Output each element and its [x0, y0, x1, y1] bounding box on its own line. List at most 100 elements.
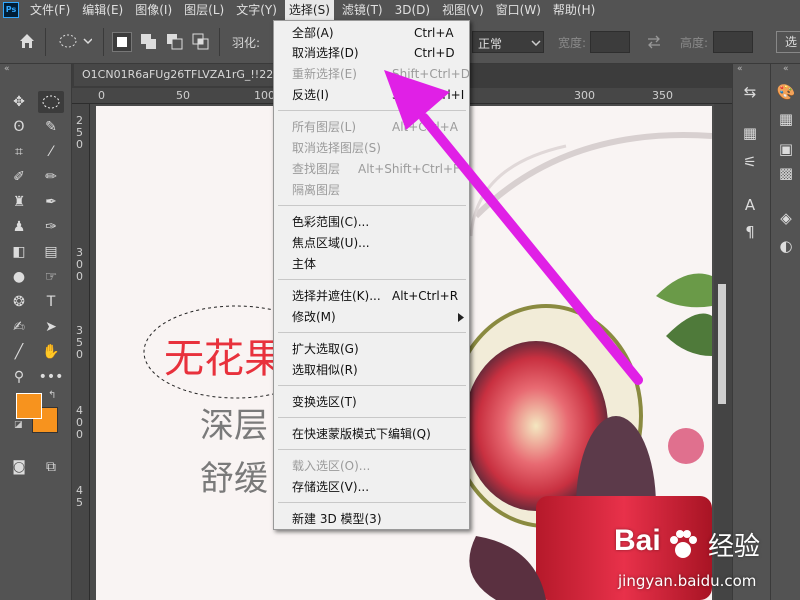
- scrollbar-thumb[interactable]: [718, 284, 726, 404]
- ruler-label: 0: [76, 348, 83, 361]
- lasso-tool-icon[interactable]: ʘ: [6, 116, 32, 138]
- menu-item-new-3d-model[interactable]: 新建 3D 模型(3): [292, 509, 462, 529]
- dodge-tool-icon[interactable]: ❂: [6, 291, 32, 313]
- menu-image[interactable]: 图像(I): [131, 0, 176, 20]
- subtitle-line-2: 舒缓: [200, 459, 268, 499]
- color-panel-icon[interactable]: 🎨: [774, 81, 798, 103]
- history-brush-tool-icon[interactable]: ✒: [38, 191, 64, 213]
- ruler-label: 5: [76, 496, 83, 509]
- type-tool-icon[interactable]: T: [38, 291, 64, 313]
- menu-list: 文件(F) 编辑(E) 图像(I) 图层(L) 文字(Y) 选择(S) 滤镜(T…: [26, 0, 603, 20]
- style-select-value: 正常: [478, 37, 503, 51]
- menu-item-quick-mask[interactable]: 在快速蒙版模式下编辑(Q): [292, 424, 462, 444]
- line-tool-icon[interactable]: ╱: [6, 341, 32, 363]
- clone-stamp-tool-icon[interactable]: ♜: [6, 191, 32, 213]
- character-panel-icon[interactable]: A: [738, 194, 762, 216]
- path-selection-tool-icon[interactable]: ➤: [38, 316, 64, 338]
- more-tools-icon[interactable]: •••: [38, 366, 64, 388]
- ruler-label: 0: [76, 138, 83, 151]
- hand-tool-icon[interactable]: ✋: [38, 341, 64, 363]
- menu-edit[interactable]: 编辑(E): [78, 0, 127, 20]
- paw-logo-icon: [670, 530, 697, 558]
- menu-type[interactable]: 文字(Y): [232, 0, 281, 20]
- brush-tool-icon[interactable]: ✏: [38, 166, 64, 188]
- height-label: 高度:: [680, 36, 709, 50]
- intersect-selection-icon[interactable]: [192, 33, 210, 51]
- style-select[interactable]: 正常: [472, 31, 544, 53]
- ruler-label: 50: [176, 89, 190, 102]
- move-tool-icon[interactable]: ✥: [6, 91, 32, 113]
- menu-help[interactable]: 帮助(H): [549, 0, 599, 20]
- divider: [219, 28, 220, 56]
- add-to-selection-icon[interactable]: [140, 33, 158, 51]
- crop-tool-icon[interactable]: ⌗: [6, 141, 32, 163]
- collapse-icon[interactable]: «: [4, 64, 10, 74]
- photoshop-logo: Ps: [3, 2, 19, 18]
- menu-item-transform-selection[interactable]: 变换选区(T): [292, 392, 462, 412]
- history-panel-icon[interactable]: ⇆: [738, 81, 762, 103]
- new-selection-button[interactable]: [112, 32, 132, 52]
- ruler-label: 0: [76, 428, 83, 441]
- subtitle-line-1: 深层: [200, 406, 268, 446]
- divider: [45, 28, 46, 56]
- collapse-icon[interactable]: «: [783, 64, 789, 74]
- watermark-brand: Bai: [614, 524, 661, 557]
- swap-icon[interactable]: [646, 34, 662, 50]
- foreground-color-swatch[interactable]: [16, 393, 42, 419]
- channels-panel-icon[interactable]: ◐: [774, 235, 798, 257]
- gradient-tool-icon[interactable]: ▤: [38, 241, 64, 263]
- menu-item-all[interactable]: 全部(A) Ctrl+A: [292, 23, 462, 43]
- eraser-tool-icon[interactable]: ◧: [6, 241, 32, 263]
- vertical-ruler: 2 5 0 3 0 0 3 5 0 4 0 0 4 5: [72, 104, 90, 600]
- ruler-label: 100: [254, 89, 275, 102]
- width-input[interactable]: [590, 31, 630, 53]
- art-history-brush-icon[interactable]: ✑: [38, 216, 64, 238]
- paragraph-panel-icon[interactable]: ¶: [738, 221, 762, 243]
- swatches-panel-icon[interactable]: ▦: [774, 108, 798, 130]
- screen-mode-icon[interactable]: ⧉: [38, 456, 64, 478]
- healing-brush-tool-icon[interactable]: ✐: [6, 166, 32, 188]
- menu-3d[interactable]: 3D(D): [391, 0, 434, 20]
- menu-view[interactable]: 视图(V): [438, 0, 488, 20]
- swap-colors-icon[interactable]: ↰: [48, 390, 56, 401]
- divider: [103, 28, 104, 56]
- menu-separator: [278, 449, 466, 450]
- feather-label: 羽化:: [232, 36, 261, 50]
- watermark-brand-2: 经验: [708, 532, 761, 562]
- ruler-label: 350: [652, 89, 673, 102]
- menu-window[interactable]: 窗口(W): [492, 0, 545, 20]
- menu-select[interactable]: 选择(S): [284, 0, 334, 20]
- menu-item-save-selection[interactable]: 存储选区(V)...: [292, 477, 462, 497]
- chevron-down-icon: [531, 40, 541, 46]
- adjustments-panel-icon[interactable]: ⚟: [738, 151, 762, 173]
- height-input[interactable]: [713, 31, 753, 53]
- blur-tool-icon[interactable]: ●: [6, 266, 32, 288]
- patterns-panel-icon[interactable]: ▩: [774, 162, 798, 184]
- menu-filter[interactable]: 滤镜(T): [338, 0, 387, 20]
- menu-separator: [278, 502, 466, 503]
- subtract-from-selection-icon[interactable]: [166, 33, 184, 51]
- quick-mask-icon[interactable]: ◙: [6, 456, 32, 478]
- elliptical-marquee-tool-icon[interactable]: [38, 91, 64, 113]
- layers-panel-icon[interactable]: ◈: [774, 207, 798, 229]
- select-and-mask-button[interactable]: 选: [776, 31, 800, 53]
- elliptical-marquee-preset-icon[interactable]: [58, 32, 92, 50]
- width-label: 宽度:: [558, 36, 587, 50]
- tools-panel: « ✥ ʘ ✎ ⌗ ⁄ ✐ ✏ ♜ ✒ ♟ ✑ ◧ ▤ ● ☞ ❂ T ✍ ➤ …: [0, 64, 72, 600]
- gradients-panel-icon[interactable]: ▣: [774, 138, 798, 160]
- document-tab[interactable]: O1CN01R6aFUg26TFLVZA1rG_!!220: [74, 64, 280, 86]
- baidu-watermark: Bai 经验 jingyan.baidu.com: [610, 520, 800, 600]
- menu-file[interactable]: 文件(F): [26, 0, 74, 20]
- collapse-icon[interactable]: «: [737, 64, 743, 74]
- smudge-tool-icon[interactable]: ☞: [38, 266, 64, 288]
- home-icon[interactable]: [18, 32, 36, 50]
- libraries-panel-icon[interactable]: ▦: [738, 122, 762, 144]
- menu-layer[interactable]: 图层(L): [180, 0, 228, 20]
- zoom-tool-icon[interactable]: ⚲: [6, 366, 32, 388]
- ruler-label: 0: [76, 270, 83, 283]
- default-colors-icon[interactable]: ◪: [14, 420, 23, 430]
- quick-selection-tool-icon[interactable]: ✎: [38, 116, 64, 138]
- pen-tool-icon[interactable]: ✍: [6, 316, 32, 338]
- eyedropper-tool-icon[interactable]: ⁄: [38, 141, 64, 163]
- stamp-tool-icon[interactable]: ♟: [6, 216, 32, 238]
